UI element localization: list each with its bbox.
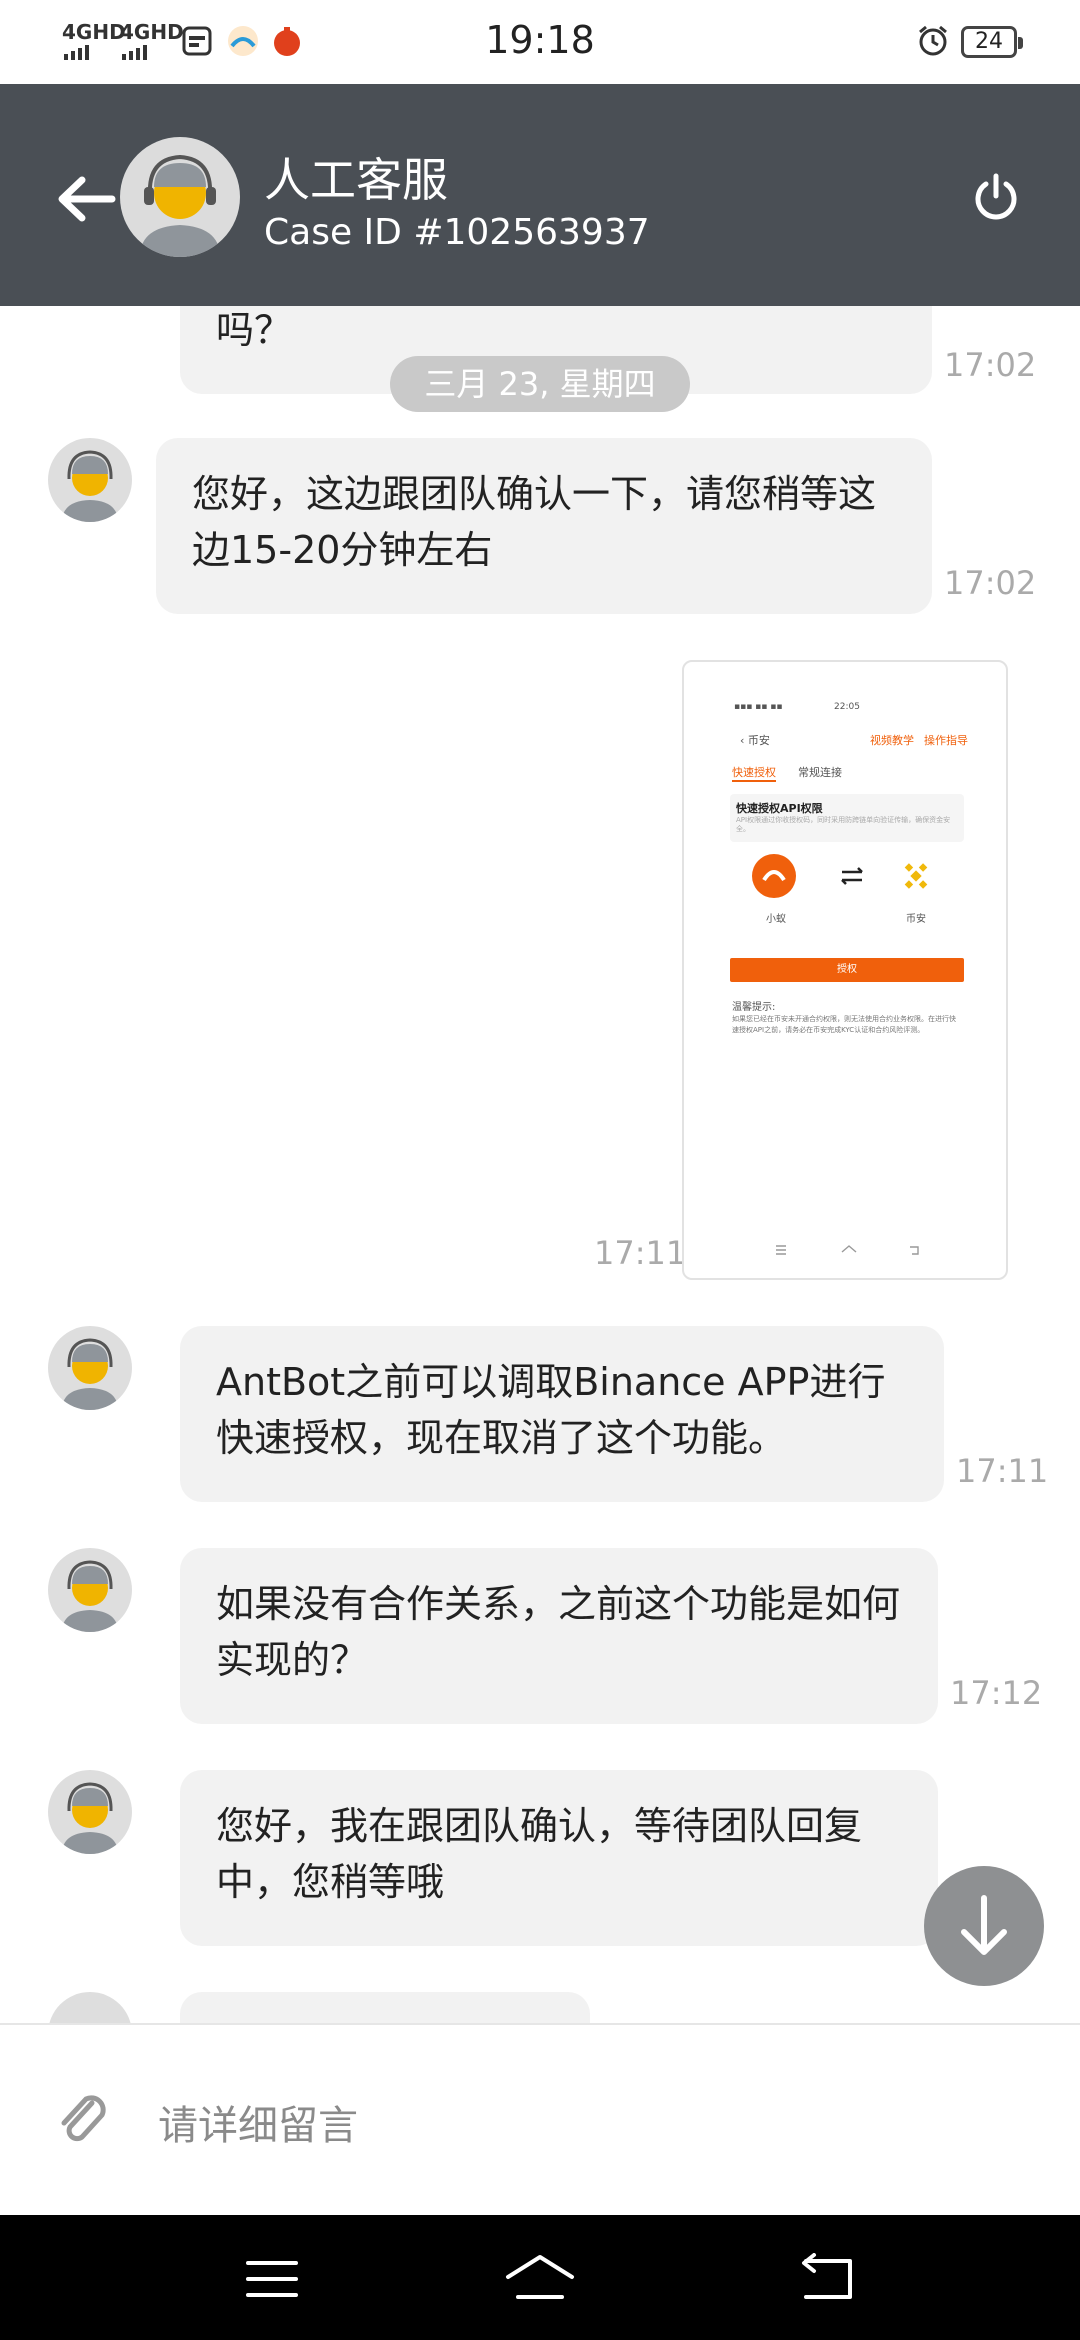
chat-title: 人工客服: [264, 153, 448, 207]
preview-link-video: 视频教学: [870, 734, 914, 747]
message-input-bar: 请详细留言: [0, 2023, 1080, 2215]
message-bubble: 如果没有合作关系，之前这个功能是如何实现的？: [180, 1548, 938, 1724]
preview-navbar: [776, 1245, 919, 1255]
home-icon[interactable]: [504, 2251, 576, 2303]
case-id: Case ID #102563937: [264, 212, 650, 253]
arrow-left-icon[interactable]: [54, 174, 118, 224]
arrow-down-icon: [961, 1895, 1007, 1955]
agent-avatar: [48, 438, 132, 522]
message-bubble: AntBot之前可以调取Binance APP进行快速授权，现在取消了这个功能。: [180, 1326, 944, 1502]
preview-tips-title: 温馨提示:: [732, 1002, 776, 1013]
menu-icon[interactable]: [244, 2257, 300, 2301]
message-bubble: 您好，我在跟团队确认，等待团队回复中，您稍等哦: [180, 1770, 938, 1946]
preview-tab-underline: [732, 780, 776, 782]
preview-left-app: 小蚁: [766, 914, 786, 925]
preview-tab-other: 常规连接: [798, 766, 842, 779]
image-message[interactable]: ▪▪▪ ▪▪ ▪▪ 22:05 ‹ 币安 视频教学 操作指导 快速授权 常规连接…: [682, 660, 1008, 1280]
preview-card: 快速授权API权限 API权限通过你收授权码，同时采用防跨链单向验证传输，确保资…: [730, 794, 964, 842]
preview-back-label: 币安: [747, 734, 770, 747]
agent-headset-icon: [62, 1560, 118, 1632]
alarm-icon: [919, 25, 947, 56]
preview-card-desc: API权限通过你收授权码，同时采用防跨链单向验证传输，确保资金安全。: [736, 816, 951, 833]
message-bubble: [180, 1992, 590, 2023]
message-time: 17:11: [594, 1234, 687, 1272]
agent-avatar: [48, 1992, 132, 2023]
agent-headset-icon: [140, 154, 220, 257]
scroll-to-bottom-button[interactable]: [924, 1866, 1044, 1986]
message-time: 17:02: [944, 346, 1037, 384]
agent-avatar: [120, 137, 240, 257]
message-text: 如果没有合作关系，之前这个功能是如何实现的？: [216, 1582, 901, 1682]
message-text: 您好，我在跟团队确认，等待团队回复中，您稍等哦: [216, 1804, 863, 1904]
battery-indicator: 24: [961, 26, 1023, 58]
preview-auth-graphic: [752, 854, 928, 898]
preview-card-title: 快速授权API权限: [736, 802, 823, 815]
message-time: 17:12: [950, 1674, 1043, 1712]
preview-status: ▪▪▪ ▪▪ ▪▪: [734, 702, 783, 712]
agent-headset-icon: [62, 450, 118, 522]
power-icon[interactable]: [972, 172, 1020, 220]
preview-tab-active: 快速授权: [732, 766, 776, 779]
date-divider: 三月 23, 星期四: [390, 356, 690, 412]
system-nav-bar: [0, 2215, 1080, 2340]
agent-avatar: [48, 1548, 132, 1632]
agent-headset-icon: [62, 1338, 118, 1410]
message-text: AntBot之前可以调取Binance APP进行快速授权，现在取消了这个功能。: [216, 1360, 886, 1460]
message-time: 17:02: [944, 564, 1037, 602]
preview-auth-button: 授权: [730, 958, 964, 982]
message-input[interactable]: 请详细留言: [158, 2093, 358, 2151]
preview-time: 22:05: [834, 702, 860, 712]
chat-header: 人工客服 Case ID #102563937: [0, 84, 1080, 306]
preview-link-guide: 操作指导: [924, 734, 968, 747]
message-bubble: 您好，这边跟团队确认一下，请您稍等这边15-20分钟左右: [156, 438, 932, 614]
agent-avatar: [48, 1770, 132, 1854]
agent-avatar: [48, 1326, 132, 1410]
preview-right-app: 币安: [906, 914, 926, 925]
paperclip-icon[interactable]: [52, 2087, 116, 2151]
back-icon[interactable]: [796, 2253, 856, 2303]
preview-back: ‹ 币安: [740, 734, 770, 747]
agent-headset-icon: [62, 1782, 118, 1854]
status-bar: 4GHD 4GHD 19:18 24: [0, 0, 1080, 84]
chat-messages[interactable]: 吗？ 三月 23, 星期四 17:02 您好，这边跟团队确认一下，请您稍等这边1…: [0, 306, 1080, 2023]
message-text: 您好，这边跟团队确认一下，请您稍等这边15-20分钟左右: [192, 472, 877, 572]
message-time: 17:11: [956, 1452, 1049, 1490]
message-text: 吗？: [216, 308, 293, 352]
preview-tips-text: 如果您已经在币安未开通合约权限，则无法使用合约业务权限。在进行快速授权API之前…: [732, 1015, 956, 1034]
